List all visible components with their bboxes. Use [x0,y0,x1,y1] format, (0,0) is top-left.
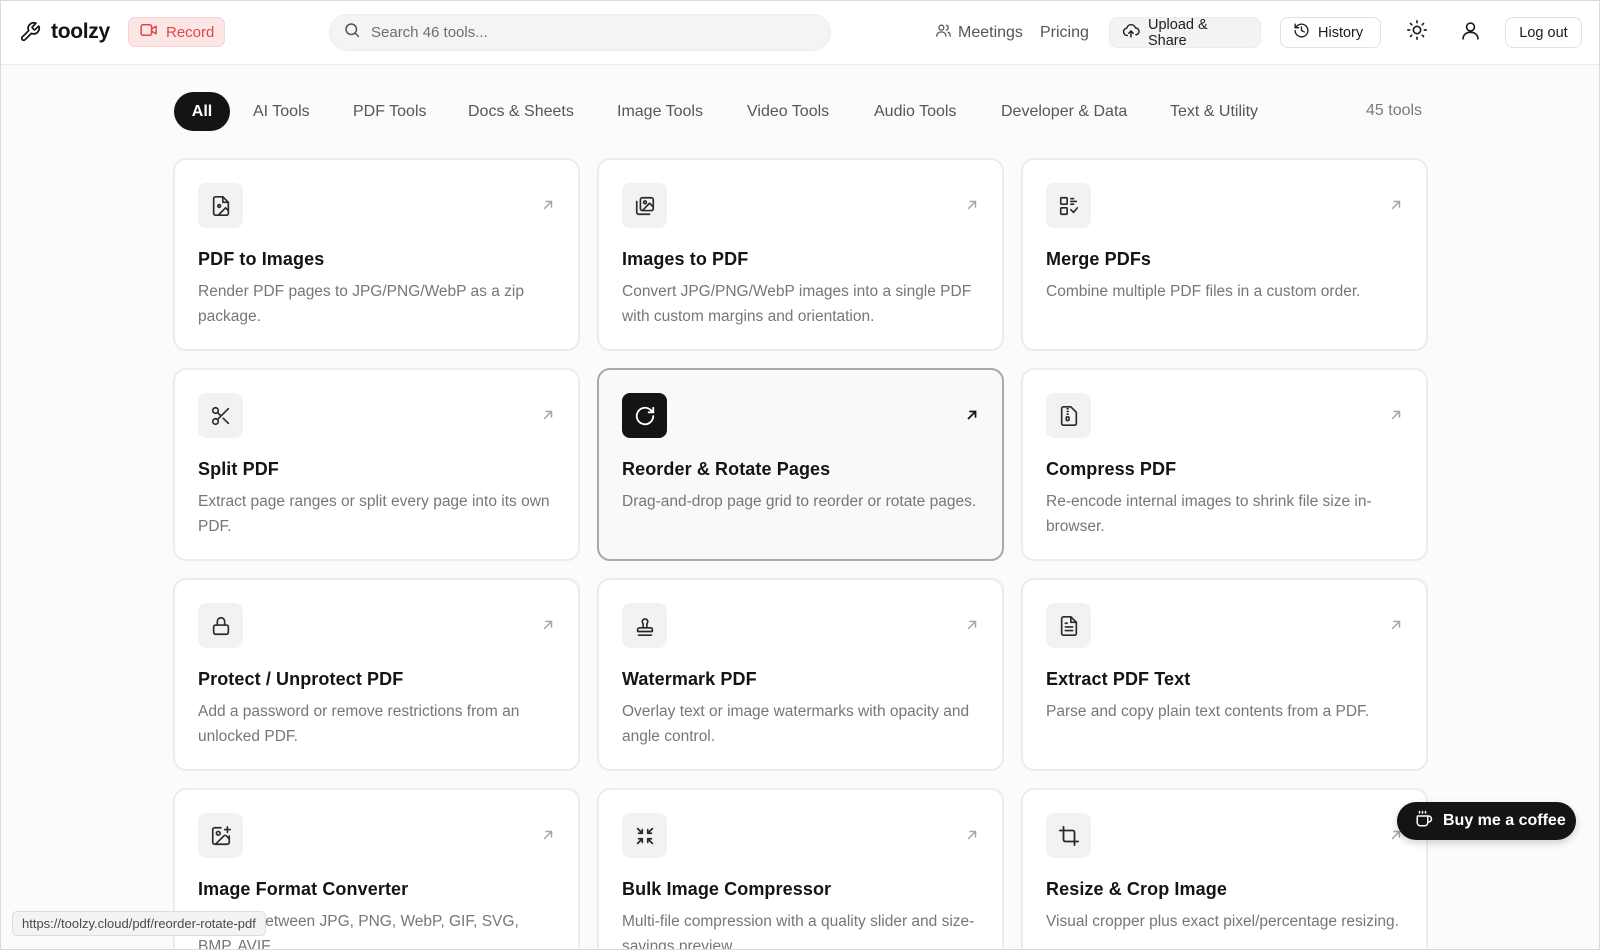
history-label: History [1318,24,1364,41]
record-label: Record [166,23,215,41]
tool-description: Overlay text or image watermarks with op… [622,703,970,745]
file-text-icon [1046,603,1091,648]
tab-docs-sheets[interactable]: Docs & Sheets [468,92,574,131]
images-icon [622,183,667,228]
top-bar: toolzy Record Meetings Pricing Upload & … [0,0,1600,65]
search-icon [343,21,361,44]
tab-text-utility[interactable]: Text & Utility [1170,92,1258,131]
tool-title: Watermark PDF [622,669,757,689]
tool-title: Bulk Image Compressor [622,879,832,899]
file-image-icon [198,183,243,228]
search-bar [329,14,831,51]
pricing-link[interactable]: Pricing [1040,20,1089,45]
image-plus-icon [198,813,243,858]
lock-icon [198,603,243,648]
tool-card-bulk-image-compressor[interactable]: Bulk Image Compressor Multi-file compres… [597,788,1004,950]
meetings-link[interactable]: Meetings [935,20,1023,45]
user-icon [1460,20,1481,46]
brand-name: toolzy [51,20,110,43]
rotate-icon [622,393,667,438]
tool-card-pdf-to-images[interactable]: PDF to Images Render PDF pages to JPG/PN… [173,158,580,351]
tab-pdf-tools[interactable]: PDF Tools [353,92,427,131]
upload-share-button[interactable]: Upload & Share [1109,16,1261,49]
tool-description: Extract page ranges or split every page … [198,493,550,535]
tool-title: Split PDF [198,459,279,479]
tool-card-merge-pdfs[interactable]: Merge PDFs Combine multiple PDF files in… [1021,158,1428,351]
tab-video-tools[interactable]: Video Tools [747,92,829,131]
arrow-up-right-icon [542,198,554,216]
tab-image-tools[interactable]: Image Tools [617,92,703,131]
search-input[interactable] [371,24,830,41]
crop-icon [1046,813,1091,858]
coffee-label: Buy me a coffee [1443,812,1566,829]
tool-card-images-to-pdf[interactable]: Images to PDF Convert JPG/PNG/WebP image… [597,158,1004,351]
coffee-cup-icon [1415,810,1433,833]
tool-card-resize-crop-image[interactable]: Resize & Crop Image Visual cropper plus … [1021,788,1428,950]
tab-developer-data[interactable]: Developer & Data [1001,92,1127,131]
shrink-icon [622,813,667,858]
tab-all[interactable]: All [174,92,230,131]
arrow-up-right-icon [1390,198,1402,216]
arrow-up-right-icon [542,828,554,846]
tool-title: Images to PDF [622,249,749,269]
record-button[interactable]: Record [128,17,225,47]
users-icon [935,22,952,44]
tool-description: Parse and copy plain text contents from … [1046,703,1370,720]
tab-audio-tools[interactable]: Audio Tools [874,92,956,131]
cloud-upload-icon [1122,22,1140,44]
wrench-icon [18,20,42,44]
arrow-up-right-icon [542,618,554,636]
tool-card-compress-pdf[interactable]: Compress PDF Re-encode internal images t… [1021,368,1428,561]
tool-card-reorder-rotate-pages[interactable]: Reorder & Rotate Pages Drag-and-drop pag… [597,368,1004,561]
pricing-label: Pricing [1040,23,1089,41]
tool-title: Extract PDF Text [1046,669,1191,689]
tool-description: Convert JPG/PNG/WebP images into a singl… [622,283,972,325]
tool-description: Render PDF pages to JPG/PNG/WebP as a zi… [198,283,524,325]
meetings-label: Meetings [958,23,1023,41]
history-icon [1293,22,1310,43]
tool-title: Protect / Unprotect PDF [198,669,404,689]
tool-card-watermark-pdf[interactable]: Watermark PDF Overlay text or image wate… [597,578,1004,771]
tool-description: Re-encode internal images to shrink file… [1046,493,1372,535]
tool-title: Merge PDFs [1046,249,1152,269]
arrow-up-right-icon [966,408,978,426]
tool-title: Resize & Crop Image [1046,879,1227,899]
tool-title: PDF to Images [198,249,325,269]
file-archive-icon [1046,393,1091,438]
stamp-icon [622,603,667,648]
tool-count: 45 tools [1366,102,1423,119]
arrow-up-right-icon [966,618,978,636]
arrow-up-right-icon [1390,408,1402,426]
buy-me-a-coffee-button[interactable]: Buy me a coffee [1397,802,1576,840]
account-button[interactable] [1454,17,1486,48]
sun-icon [1406,19,1428,46]
tool-title: Compress PDF [1046,459,1177,479]
tool-description: Multi-file compression with a quality sl… [622,913,975,950]
scissors-icon [198,393,243,438]
arrow-up-right-icon [966,828,978,846]
tab-ai-tools[interactable]: AI Tools [253,92,310,131]
tool-description: Drag-and-drop page grid to reorder or ro… [622,493,977,510]
tool-card-protect-unprotect-pdf[interactable]: Protect / Unprotect PDF Add a password o… [173,578,580,771]
tool-title: Reorder & Rotate Pages [622,459,831,479]
video-camera-icon [140,23,158,41]
tool-title: Image Format Converter [198,879,409,899]
theme-toggle-button[interactable] [1401,17,1433,48]
arrow-up-right-icon [542,408,554,426]
tool-card-split-pdf[interactable]: Split PDF Extract page ranges or split e… [173,368,580,561]
logout-button[interactable]: Log out [1505,17,1582,48]
status-bar-url: https://toolzy.cloud/pdf/reorder-rotate-… [12,911,266,936]
tool-description: Visual cropper plus exact pixel/percenta… [1046,913,1399,930]
upload-share-label: Upload & Share [1148,16,1208,49]
tool-description: Combine multiple PDF files in a custom o… [1046,283,1361,300]
arrow-up-right-icon [966,198,978,216]
tool-grid: PDF to Images Render PDF pages to JPG/PN… [173,158,1428,950]
tool-description: Add a password or remove restrictions fr… [198,703,520,745]
brand-logo[interactable]: toolzy [18,18,110,46]
history-button[interactable]: History [1280,17,1381,48]
merge-icon [1046,183,1091,228]
tool-card-extract-pdf-text[interactable]: Extract PDF Text Parse and copy plain te… [1021,578,1428,771]
arrow-up-right-icon [1390,618,1402,636]
